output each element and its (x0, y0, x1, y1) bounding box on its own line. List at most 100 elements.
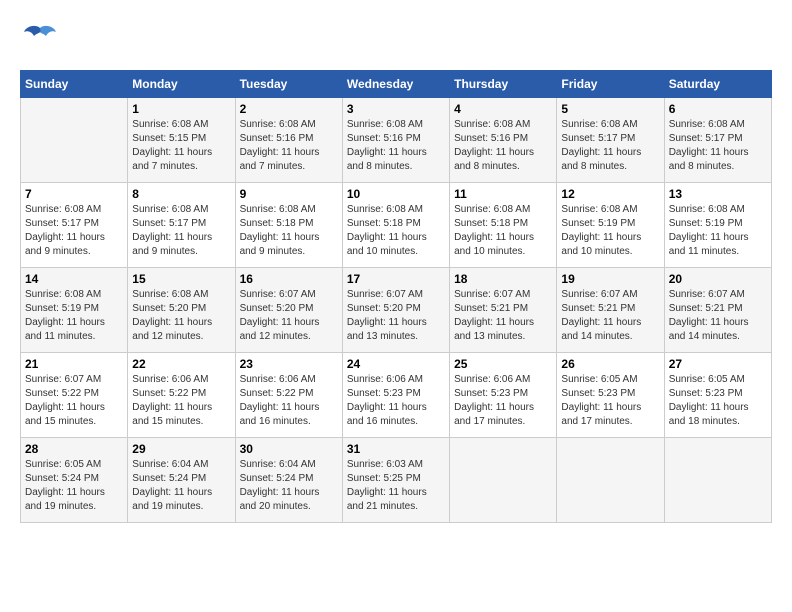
calendar-cell (557, 438, 664, 523)
day-number: 13 (669, 187, 767, 201)
day-number: 21 (25, 357, 123, 371)
day-number: 6 (669, 102, 767, 116)
day-info: Sunrise: 6:07 AM Sunset: 5:21 PM Dayligh… (561, 288, 659, 344)
calendar-cell: 14 Sunrise: 6:08 AM Sunset: 5:19 PM Dayli… (21, 268, 128, 353)
day-info: Sunrise: 6:08 AM Sunset: 5:15 PM Dayligh… (132, 118, 230, 174)
day-info: Sunrise: 6:08 AM Sunset: 5:18 PM Dayligh… (454, 203, 552, 259)
day-number: 31 (347, 442, 445, 456)
day-number: 7 (25, 187, 123, 201)
calendar-cell: 22 Sunrise: 6:06 AM Sunset: 5:22 PM Dayli… (128, 353, 235, 438)
day-number: 5 (561, 102, 659, 116)
day-info: Sunrise: 6:08 AM Sunset: 5:18 PM Dayligh… (240, 203, 338, 259)
page-header (20, 20, 772, 60)
calendar-cell: 3 Sunrise: 6:08 AM Sunset: 5:16 PM Daylig… (342, 98, 449, 183)
calendar-cell: 10 Sunrise: 6:08 AM Sunset: 5:18 PM Dayli… (342, 183, 449, 268)
calendar-week-row: 28 Sunrise: 6:05 AM Sunset: 5:24 PM Dayli… (21, 438, 772, 523)
day-info: Sunrise: 6:08 AM Sunset: 5:17 PM Dayligh… (132, 203, 230, 259)
header-friday: Friday (557, 71, 664, 98)
day-info: Sunrise: 6:07 AM Sunset: 5:21 PM Dayligh… (669, 288, 767, 344)
day-number: 20 (669, 272, 767, 286)
calendar-cell (664, 438, 771, 523)
day-number: 15 (132, 272, 230, 286)
calendar-table: Sunday Monday Tuesday Wednesday Thursday… (20, 70, 772, 523)
day-number: 26 (561, 357, 659, 371)
day-number: 1 (132, 102, 230, 116)
calendar-cell (21, 98, 128, 183)
day-number: 10 (347, 187, 445, 201)
calendar-cell: 20 Sunrise: 6:07 AM Sunset: 5:21 PM Dayli… (664, 268, 771, 353)
calendar-cell: 5 Sunrise: 6:08 AM Sunset: 5:17 PM Daylig… (557, 98, 664, 183)
day-info: Sunrise: 6:05 AM Sunset: 5:23 PM Dayligh… (669, 373, 767, 429)
day-number: 30 (240, 442, 338, 456)
header-wednesday: Wednesday (342, 71, 449, 98)
calendar-week-row: 1 Sunrise: 6:08 AM Sunset: 5:15 PM Daylig… (21, 98, 772, 183)
day-number: 18 (454, 272, 552, 286)
calendar-cell: 16 Sunrise: 6:07 AM Sunset: 5:20 PM Dayli… (235, 268, 342, 353)
day-info: Sunrise: 6:06 AM Sunset: 5:22 PM Dayligh… (132, 373, 230, 429)
day-number: 2 (240, 102, 338, 116)
header-monday: Monday (128, 71, 235, 98)
calendar-cell: 12 Sunrise: 6:08 AM Sunset: 5:19 PM Dayli… (557, 183, 664, 268)
calendar-body: 1 Sunrise: 6:08 AM Sunset: 5:15 PM Daylig… (21, 98, 772, 523)
logo (20, 20, 64, 60)
day-info: Sunrise: 6:08 AM Sunset: 5:19 PM Dayligh… (561, 203, 659, 259)
day-number: 28 (25, 442, 123, 456)
day-info: Sunrise: 6:04 AM Sunset: 5:24 PM Dayligh… (240, 458, 338, 514)
day-info: Sunrise: 6:07 AM Sunset: 5:20 PM Dayligh… (347, 288, 445, 344)
day-info: Sunrise: 6:07 AM Sunset: 5:21 PM Dayligh… (454, 288, 552, 344)
day-number: 9 (240, 187, 338, 201)
day-number: 11 (454, 187, 552, 201)
calendar-cell: 27 Sunrise: 6:05 AM Sunset: 5:23 PM Dayli… (664, 353, 771, 438)
day-info: Sunrise: 6:08 AM Sunset: 5:18 PM Dayligh… (347, 203, 445, 259)
day-info: Sunrise: 6:06 AM Sunset: 5:23 PM Dayligh… (454, 373, 552, 429)
day-info: Sunrise: 6:05 AM Sunset: 5:23 PM Dayligh… (561, 373, 659, 429)
day-info: Sunrise: 6:04 AM Sunset: 5:24 PM Dayligh… (132, 458, 230, 514)
calendar-week-row: 7 Sunrise: 6:08 AM Sunset: 5:17 PM Daylig… (21, 183, 772, 268)
header-thursday: Thursday (450, 71, 557, 98)
day-info: Sunrise: 6:08 AM Sunset: 5:16 PM Dayligh… (454, 118, 552, 174)
day-number: 22 (132, 357, 230, 371)
day-info: Sunrise: 6:08 AM Sunset: 5:17 PM Dayligh… (561, 118, 659, 174)
day-info: Sunrise: 6:08 AM Sunset: 5:20 PM Dayligh… (132, 288, 230, 344)
calendar-header-row: Sunday Monday Tuesday Wednesday Thursday… (21, 71, 772, 98)
calendar-cell: 9 Sunrise: 6:08 AM Sunset: 5:18 PM Daylig… (235, 183, 342, 268)
day-number: 8 (132, 187, 230, 201)
day-number: 27 (669, 357, 767, 371)
calendar-cell: 30 Sunrise: 6:04 AM Sunset: 5:24 PM Dayli… (235, 438, 342, 523)
day-info: Sunrise: 6:08 AM Sunset: 5:19 PM Dayligh… (25, 288, 123, 344)
calendar-cell: 6 Sunrise: 6:08 AM Sunset: 5:17 PM Daylig… (664, 98, 771, 183)
calendar-week-row: 14 Sunrise: 6:08 AM Sunset: 5:19 PM Dayli… (21, 268, 772, 353)
calendar-cell: 13 Sunrise: 6:08 AM Sunset: 5:19 PM Dayli… (664, 183, 771, 268)
calendar-cell (450, 438, 557, 523)
day-number: 17 (347, 272, 445, 286)
day-info: Sunrise: 6:08 AM Sunset: 5:17 PM Dayligh… (669, 118, 767, 174)
day-info: Sunrise: 6:07 AM Sunset: 5:22 PM Dayligh… (25, 373, 123, 429)
day-info: Sunrise: 6:08 AM Sunset: 5:19 PM Dayligh… (669, 203, 767, 259)
calendar-cell: 23Sunrise: 6:06 AM Sunset: 5:22 PM Dayli… (235, 353, 342, 438)
calendar-cell: 19 Sunrise: 6:07 AM Sunset: 5:21 PM Dayli… (557, 268, 664, 353)
day-number: 16 (240, 272, 338, 286)
calendar-week-row: 21 Sunrise: 6:07 AM Sunset: 5:22 PM Dayli… (21, 353, 772, 438)
day-info: Sunrise: 6:07 AM Sunset: 5:20 PM Dayligh… (240, 288, 338, 344)
day-number: 19 (561, 272, 659, 286)
day-info: Sunrise: 6:08 AM Sunset: 5:16 PM Dayligh… (347, 118, 445, 174)
calendar-cell: 11 Sunrise: 6:08 AM Sunset: 5:18 PM Dayli… (450, 183, 557, 268)
day-info: Sunrise: 6:08 AM Sunset: 5:17 PM Dayligh… (25, 203, 123, 259)
day-number: 3 (347, 102, 445, 116)
header-saturday: Saturday (664, 71, 771, 98)
day-info: Sunrise: 6:08 AM Sunset: 5:16 PM Dayligh… (240, 118, 338, 174)
day-number: 14 (25, 272, 123, 286)
calendar-cell: 25Sunrise: 6:06 AM Sunset: 5:23 PM Dayli… (450, 353, 557, 438)
day-number: 12 (561, 187, 659, 201)
calendar-cell: 8 Sunrise: 6:08 AM Sunset: 5:17 PM Daylig… (128, 183, 235, 268)
day-info: Sunrise: 6:05 AM Sunset: 5:24 PM Dayligh… (25, 458, 123, 514)
calendar-cell: 15 Sunrise: 6:08 AM Sunset: 5:20 PM Dayli… (128, 268, 235, 353)
logo-icon (20, 20, 60, 60)
calendar-cell: 29Sunrise: 6:04 AM Sunset: 5:24 PM Dayli… (128, 438, 235, 523)
calendar-cell: 24Sunrise: 6:06 AM Sunset: 5:23 PM Dayli… (342, 353, 449, 438)
day-info: Sunrise: 6:03 AM Sunset: 5:25 PM Dayligh… (347, 458, 445, 514)
calendar-cell: 21 Sunrise: 6:07 AM Sunset: 5:22 PM Dayli… (21, 353, 128, 438)
calendar-cell: 1 Sunrise: 6:08 AM Sunset: 5:15 PM Daylig… (128, 98, 235, 183)
calendar-cell: 26 Sunrise: 6:05 AM Sunset: 5:23 PM Dayli… (557, 353, 664, 438)
calendar-cell: 7 Sunrise: 6:08 AM Sunset: 5:17 PM Daylig… (21, 183, 128, 268)
